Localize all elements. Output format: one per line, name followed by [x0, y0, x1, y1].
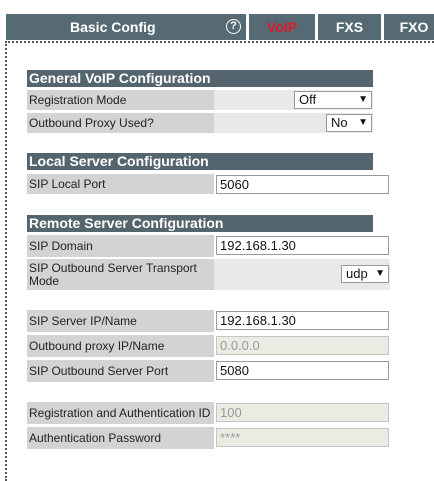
sip-server-input[interactable] — [216, 311, 389, 330]
registration-mode-select[interactable]: Off ▼ — [294, 91, 372, 109]
outbound-proxy-used-select[interactable]: No ▼ — [326, 114, 372, 132]
local-server-section-title: Local Server Configuration — [27, 153, 373, 170]
chevron-down-icon: ▼ — [358, 94, 368, 105]
outbound-proxy-label: Outbound proxy IP/Name — [27, 335, 214, 357]
outbound-proxy-used-value: No — [331, 115, 348, 130]
general-voip-section-title: General VoIP Configuration — [27, 70, 373, 87]
auth-id-label: Registration and Authentication ID — [27, 402, 214, 424]
tab-basic-config[interactable]: Basic Config ? — [6, 14, 246, 40]
registration-mode-value: Off — [299, 92, 317, 107]
chevron-down-icon: ▼ — [375, 268, 385, 279]
help-icon[interactable]: ? — [226, 19, 241, 34]
transport-mode-label: SIP Outbound Server Transport Mode — [27, 259, 214, 290]
sip-domain-input[interactable] — [216, 236, 389, 255]
chevron-down-icon: ▼ — [358, 117, 368, 128]
remote-server-section-title: Remote Server Configuration — [27, 215, 373, 232]
auth-password-label: Authentication Password — [27, 427, 214, 449]
sip-server-label: SIP Server IP/Name — [27, 310, 214, 332]
transport-mode-value: udp — [346, 266, 368, 281]
sip-local-port-label: SIP Local Port — [27, 174, 214, 194]
registration-mode-label: Registration Mode — [27, 90, 214, 110]
tab-basic-config-label: Basic Config — [70, 19, 156, 35]
tab-fxs[interactable]: FXS — [318, 14, 381, 40]
auth-id-input[interactable] — [216, 403, 389, 422]
sip-domain-label: SIP Domain — [27, 235, 214, 257]
tab-fxo[interactable]: FXO — [384, 14, 434, 40]
sip-local-port-input[interactable] — [216, 175, 389, 194]
transport-mode-select[interactable]: udp ▼ — [341, 265, 389, 283]
outbound-proxy-input[interactable] — [216, 336, 389, 355]
outbound-server-port-label: SIP Outbound Server Port — [27, 360, 214, 382]
tab-voip[interactable]: VoIP — [249, 14, 315, 40]
top-tab-bar: Basic Config ? VoIP FXS FXO — [0, 14, 434, 40]
auth-password-input[interactable] — [216, 428, 389, 447]
outbound-server-port-input[interactable] — [216, 361, 389, 380]
outbound-proxy-used-label: Outbound Proxy Used? — [27, 113, 214, 133]
